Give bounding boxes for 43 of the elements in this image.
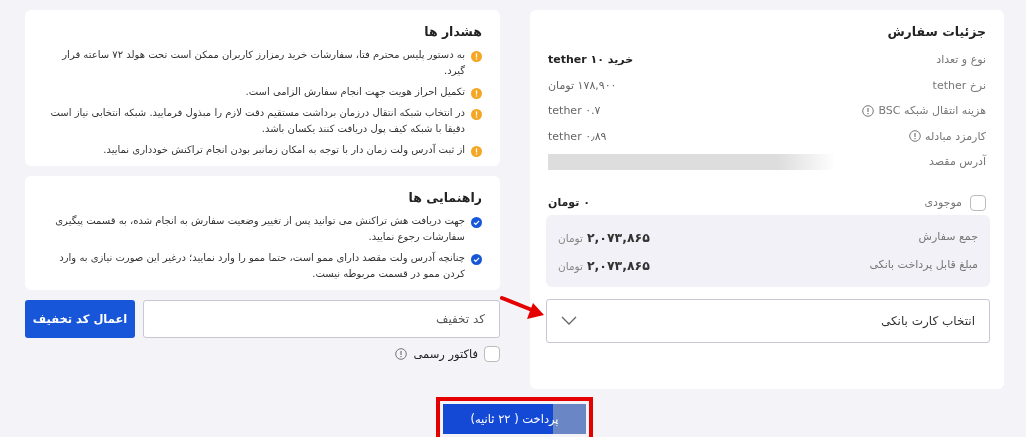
row-value: tether ۰٫۸۹ — [548, 129, 607, 143]
list-text: به دستور پلیس محترم فتا، سفارشات خرید رمزارز کاربران ممکن است تحت هولد ۷۲ ساعته قرار گیرد. — [60, 48, 465, 78]
list-text: جهت دریافت هش تراکنش می توانید پس از تغییر وضعیت سفارش به انجام شده، به قسمت پیگیری سفارشات رجوع نمایید. — [54, 214, 465, 245]
invoice-label: فاکتور رسمی — [413, 347, 478, 361]
row-value: ۱۷۸,۹۰۰ تومان — [548, 78, 617, 92]
row-label: نرخ tether — [932, 78, 986, 92]
row-value: tether ۰.۷ — [548, 104, 601, 118]
currency-unit: تومان — [558, 232, 583, 244]
row-label: آدرس مقصد — [929, 155, 986, 169]
row-label: هزینه انتقال شبکه BSC — [878, 104, 986, 118]
total-label: مبلغ قابل پرداخت بانکی — [869, 258, 978, 271]
warning-icon — [471, 51, 482, 62]
check-icon — [471, 217, 482, 228]
pay-button[interactable]: پرداخت ( ۲۲ ثانیه) — [443, 403, 586, 434]
list-text: از ثبت آدرس ولت زمان دار با توجه به امکان زمانبر بودن انجام تراکنش خودداری نمایید. — [103, 142, 465, 158]
card-title: جزئیات سفارش — [886, 24, 986, 39]
checkbox[interactable] — [970, 194, 986, 211]
info-icon — [909, 130, 922, 143]
warning-icon — [471, 88, 482, 99]
currency-unit: تومان — [558, 260, 583, 272]
warning-icon — [471, 146, 482, 157]
section-title: هشدار ها — [423, 24, 482, 39]
list-text: چنانچه آدرس ولت مقصد دارای ممو است، حتما ممو را وارد نمایید؛ درغیر این صورت نیازی به وارد کردن ممو در قسمت مربوطه نیست. — [58, 250, 465, 281]
row-label: کارمزد مبادله — [925, 129, 986, 143]
discount-field[interactable]: کد تخفیف — [143, 300, 500, 338]
checkbox[interactable] — [484, 346, 500, 362]
balance-value: ۰ تومان — [548, 196, 590, 209]
bank-card-select[interactable]: انتخاب کارت بانکی — [546, 298, 990, 343]
total-amount: ۲,۰۷۳,۸۶۵ — [586, 230, 650, 245]
list-text: تکمیل احراز هویت جهت انجام سفارش الزامی است. — [245, 85, 465, 100]
total-amount: ۲,۰۷۳,۸۶۵ — [586, 258, 650, 273]
info-icon — [862, 104, 875, 117]
row-label: نوع و تعداد — [936, 53, 986, 67]
balance-label: موجودی — [924, 196, 962, 209]
row-value: خرید ۱۰ tether — [548, 53, 634, 67]
chevron-down-icon — [561, 316, 577, 325]
list-text: در انتخاب شبکه انتقال درزمان برداشت مستقیم دقت لازم را مبذول فرمایید. شبکه انتخابی نیاز است دقیقا با شبکه کیف پول دریافت کنند یکسان باشد. — [49, 106, 465, 137]
check-icon — [471, 254, 482, 265]
section-title: راهنمایی ها — [407, 190, 482, 205]
total-label: جمع سفارش — [918, 230, 978, 243]
apply-discount-button[interactable]: اعمال کد تخفیف — [25, 300, 135, 338]
info-icon — [395, 348, 408, 360]
warning-icon — [471, 109, 482, 120]
